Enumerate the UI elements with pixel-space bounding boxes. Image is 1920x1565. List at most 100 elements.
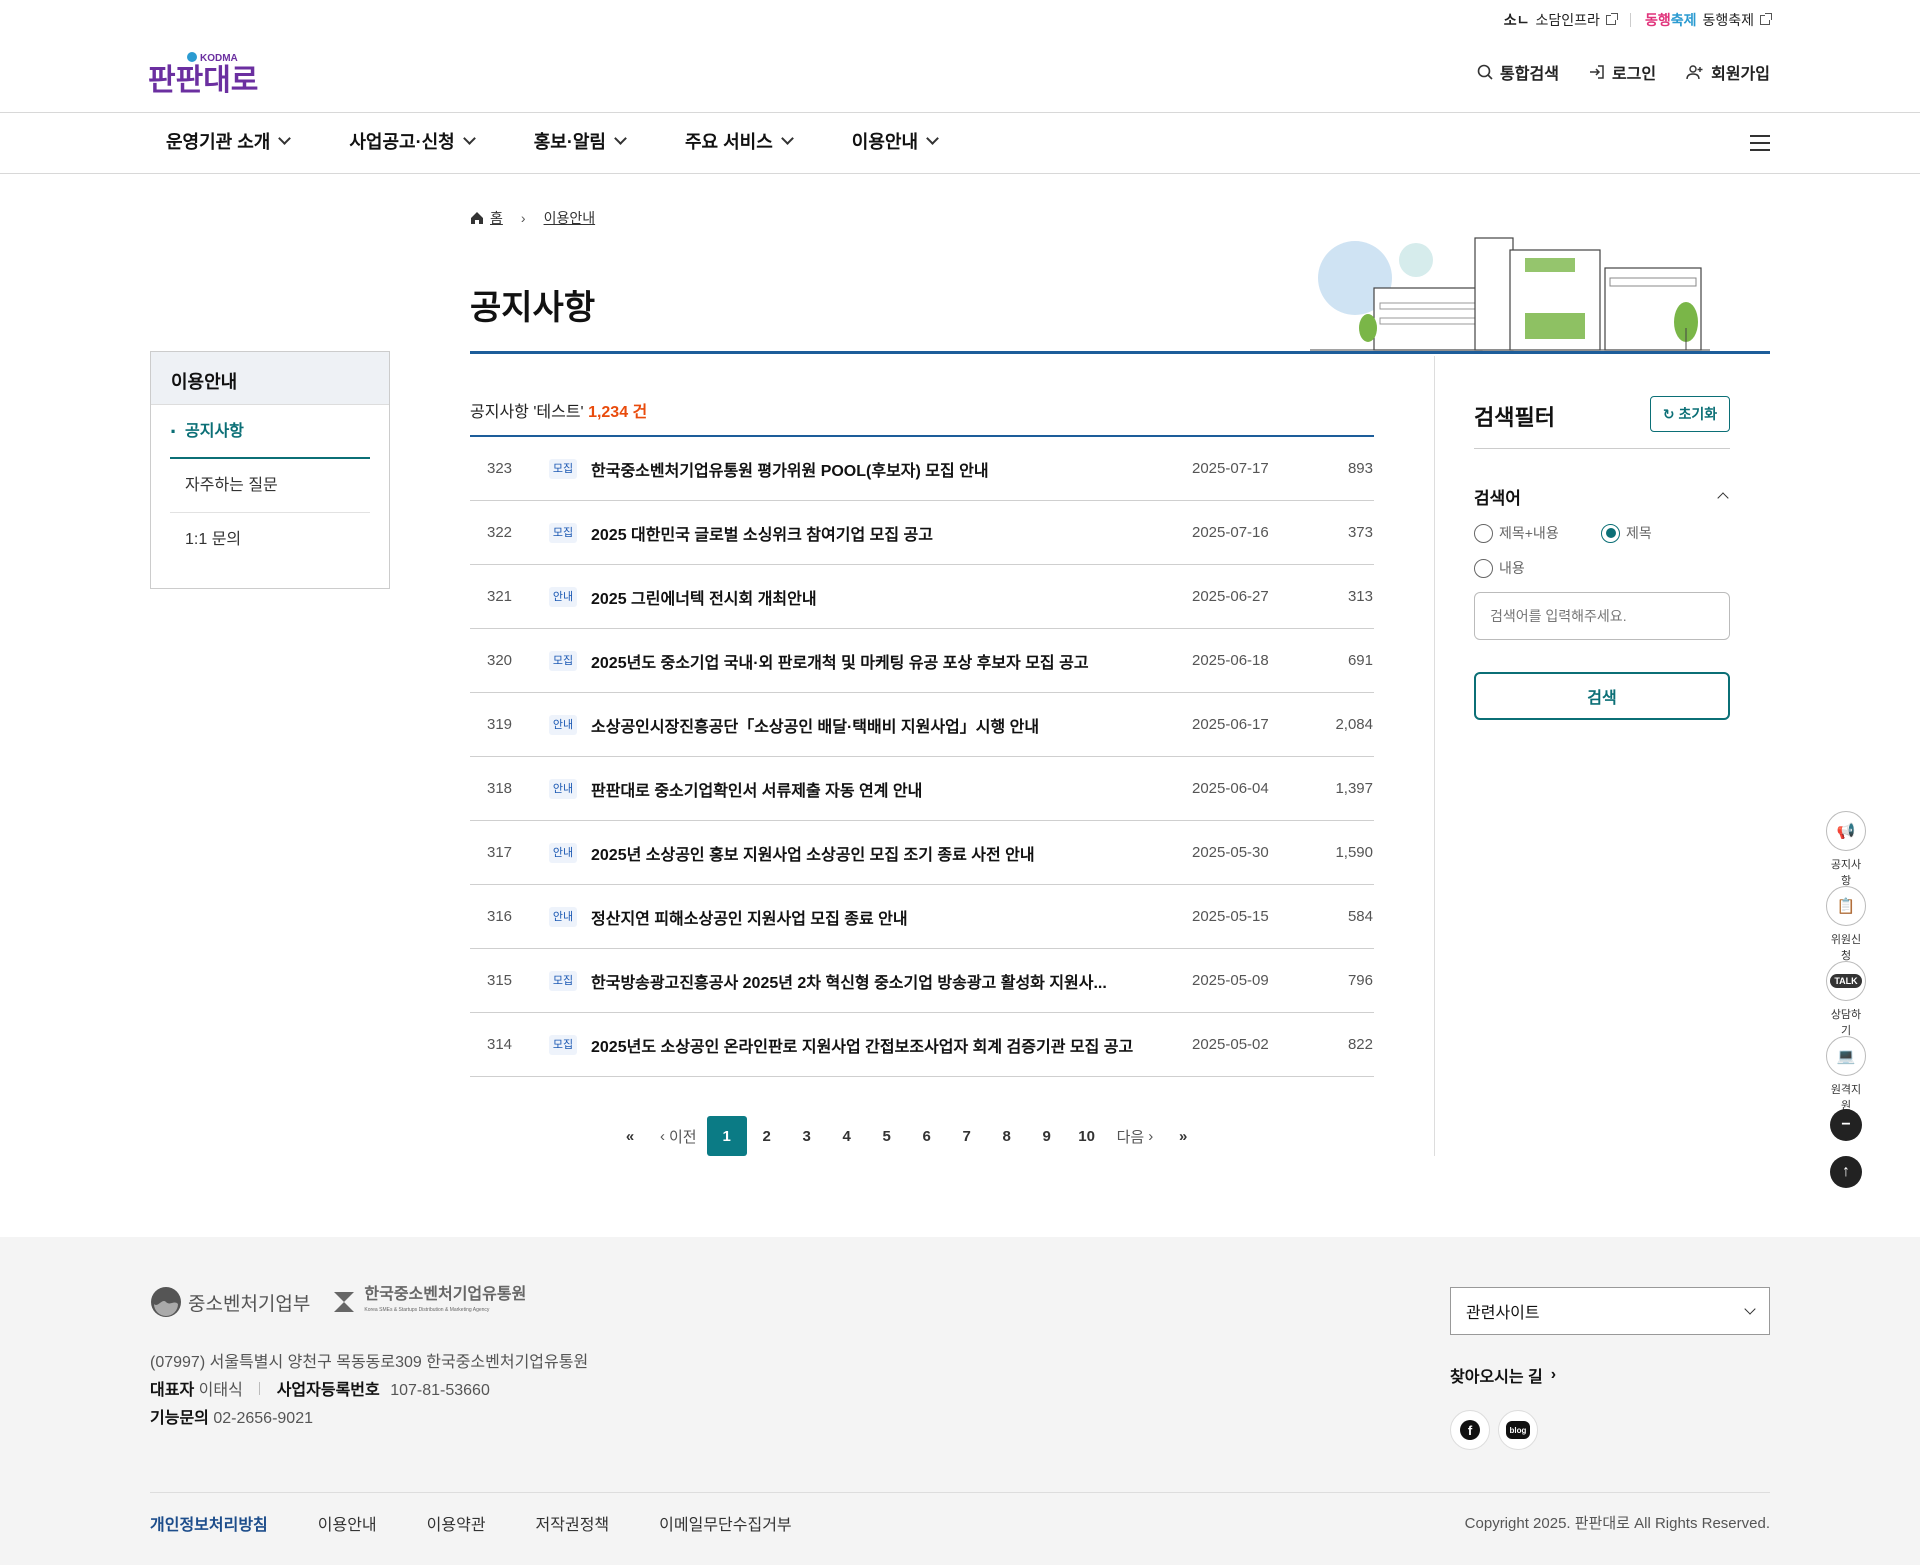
copyright: Copyright 2025. 판판대로 All Rights Reserved… xyxy=(1464,1515,1770,1532)
table-row[interactable]: 322 모집 2025 대한민국 글로벌 소싱위크 참여기업 모집 공고 2025-0… xyxy=(470,501,1374,565)
nav-item-services[interactable]: 주요 서비스 xyxy=(684,128,794,154)
scroll-top-icon[interactable]: ↑ xyxy=(1830,1156,1862,1188)
nav-item-guide[interactable]: 이용안내 xyxy=(852,128,939,154)
nav-label: 주요 서비스 xyxy=(684,132,773,152)
dongheng-label: 동행축제 xyxy=(1702,12,1754,28)
row-title[interactable]: 2025 대한민국 글로벌 소싱위크 참여기업 모집 공고 xyxy=(591,521,1161,545)
row-title[interactable]: 판판대로 중소기업확인서 서류제출 자동 연계 안내 xyxy=(591,777,1161,801)
row-title[interactable]: 2025 그린에너텍 전시회 개최안내 xyxy=(591,585,1161,609)
next-page-button[interactable]: 다음 › xyxy=(1107,1116,1164,1156)
footer-link-privacy[interactable]: 개인정보처리방침 xyxy=(150,1511,268,1535)
page-number[interactable]: 6 xyxy=(907,1116,947,1156)
breadcrumb-home[interactable]: 홈 xyxy=(490,208,503,228)
sodam-logo: 소ㄴ xyxy=(1503,12,1530,28)
quick-apply[interactable]: 📋 위원신청 xyxy=(1826,886,1866,963)
nav-label: 운영기관 소개 xyxy=(166,132,271,152)
footer-link-copyright[interactable]: 저작권정책 xyxy=(536,1511,610,1535)
megaphone-icon: 📢 xyxy=(1826,811,1866,851)
table-row[interactable]: 314 모집 2025년도 소상공인 온라인판로 지원사업 간접보조사업자 회계 검… xyxy=(470,1013,1374,1077)
table-row[interactable]: 317 안내 2025년 소상공인 홍보 지원사업 소상공인 모집 조기 종료 사전… xyxy=(470,821,1374,885)
page-number[interactable]: 1 xyxy=(706,1116,747,1156)
quick-consult[interactable]: TALK 상담하기 xyxy=(1826,961,1866,1038)
side-item-notice[interactable]: 공지사항 xyxy=(170,405,370,459)
footer-link-terms[interactable]: 이용약관 xyxy=(427,1511,486,1535)
search-input[interactable] xyxy=(1474,592,1730,640)
table-row[interactable]: 316 안내 정산지연 피해소상공인 지원사업 모집 종료 안내 2025-05-15… xyxy=(470,885,1374,949)
table-row[interactable]: 320 모집 2025년도 중소기업 국내·외 판로개척 및 마케팅 유공 포상 후… xyxy=(470,629,1374,693)
page-number[interactable]: 3 xyxy=(787,1116,827,1156)
minimize-icon[interactable]: − xyxy=(1830,1109,1862,1141)
next-label: 다음 xyxy=(1116,1128,1145,1146)
kodma-icon xyxy=(334,1292,355,1312)
login-link[interactable]: 로그인 xyxy=(1589,60,1656,84)
radio-content[interactable]: 내용 xyxy=(1474,558,1525,578)
quick-remote[interactable]: 💻 원격지원 xyxy=(1826,1036,1866,1113)
page-number[interactable]: 7 xyxy=(947,1116,987,1156)
nav-item-about[interactable]: 운영기관 소개 xyxy=(166,128,292,154)
first-page-icon[interactable]: « xyxy=(610,1116,650,1156)
chevron-up-icon[interactable] xyxy=(1717,492,1729,504)
row-title[interactable]: 한국중소벤처기업유통원 평가위원 POOL(후보자) 모집 안내 xyxy=(591,457,1161,481)
row-views: 1,590 xyxy=(1335,844,1373,861)
divider xyxy=(1629,13,1631,27)
table-row[interactable]: 321 안내 2025 그린에너텍 전시회 개최안내 2025-06-27 313 xyxy=(470,565,1374,629)
facebook-icon[interactable]: f xyxy=(1450,1410,1490,1450)
row-date: 2025-07-16 xyxy=(1192,524,1269,541)
chevron-right-icon: › xyxy=(520,210,526,226)
search-button-label: 검색 xyxy=(1587,690,1617,707)
page-number[interactable]: 10 xyxy=(1067,1116,1107,1156)
nav-item-business[interactable]: 사업공고·신청 xyxy=(349,128,476,154)
last-page-icon[interactable]: » xyxy=(1163,1116,1203,1156)
search-button[interactable]: 검색 xyxy=(1474,672,1730,720)
menu-icon[interactable] xyxy=(1750,135,1770,151)
prev-page-button[interactable]: ‹ 이전 xyxy=(650,1116,707,1156)
search-link[interactable]: 통합검색 xyxy=(1477,60,1559,84)
page-number[interactable]: 9 xyxy=(1027,1116,1067,1156)
radio-label: 제목 xyxy=(1626,525,1652,541)
table-row[interactable]: 323 모집 한국중소벤처기업유통원 평가위원 POOL(후보자) 모집 안내 202… xyxy=(470,437,1374,501)
sodam-link[interactable]: 소ㄴ 소담인프라 xyxy=(1503,10,1618,30)
site-logo[interactable]: KODMA 판판대로 xyxy=(148,48,268,98)
nav-item-pr[interactable]: 홍보·알림 xyxy=(534,128,627,154)
row-title[interactable]: 한국방송광고진흥공사 2025년 2차 혁신형 중소기업 방송광고 활성화 지원… xyxy=(591,969,1161,993)
footer-link-guide[interactable]: 이용안내 xyxy=(318,1511,377,1535)
buildings-illustration xyxy=(1310,237,1710,351)
blog-label: blog xyxy=(1506,1421,1530,1439)
related-sites-select[interactable]: 관련사이트 xyxy=(1450,1287,1770,1335)
gnb-divider xyxy=(0,173,1920,174)
quick-notice[interactable]: 📢 공지사항 xyxy=(1826,811,1866,888)
side-item-inquiry[interactable]: 1:1 문의 xyxy=(170,513,370,567)
join-link[interactable]: 회원가입 xyxy=(1686,60,1770,84)
directions-link[interactable]: 찾아오시는 길 › xyxy=(1450,1363,1556,1387)
blog-icon[interactable]: blog xyxy=(1498,1410,1538,1450)
footer-link-email[interactable]: 이메일무단수집거부 xyxy=(659,1511,791,1535)
row-views: 2,084 xyxy=(1335,716,1373,733)
table-row[interactable]: 318 안내 판판대로 중소기업확인서 서류제출 자동 연계 안내 2025-06-0… xyxy=(470,757,1374,821)
row-title[interactable]: 2025년도 중소기업 국내·외 판로개척 및 마케팅 유공 포상 후보자 모집… xyxy=(591,649,1161,673)
row-title[interactable]: 2025년 소상공인 홍보 지원사업 소상공인 모집 조기 종료 사전 안내 xyxy=(591,841,1161,865)
row-number: 322 xyxy=(486,524,513,541)
login-label: 로그인 xyxy=(1611,66,1657,83)
page-number[interactable]: 2 xyxy=(747,1116,787,1156)
side-item-faq[interactable]: 자주하는 질문 xyxy=(170,459,370,513)
reset-button[interactable]: ↻ 초기화 xyxy=(1650,396,1730,432)
row-date: 2025-06-27 xyxy=(1192,588,1269,605)
page-number[interactable]: 4 xyxy=(827,1116,867,1156)
page-number[interactable]: 5 xyxy=(867,1116,907,1156)
sodam-label: 소담인프라 xyxy=(1535,12,1600,28)
radio-label: 내용 xyxy=(1499,560,1525,576)
breadcrumb-current[interactable]: 이용안내 xyxy=(544,208,596,228)
row-title[interactable]: 2025년도 소상공인 온라인판로 지원사업 간접보조사업자 회계 검증기관 모… xyxy=(591,1033,1161,1057)
row-date: 2025-06-17 xyxy=(1192,716,1269,733)
footer-divider xyxy=(150,1492,1770,1493)
radio-title-content[interactable]: 제목+내용 xyxy=(1474,523,1559,543)
table-row[interactable]: 319 안내 소상공인시장진흥공단「소상공인 배달·택배비 지원사업」시행 안내 20… xyxy=(470,693,1374,757)
join-label: 회원가입 xyxy=(1711,66,1770,83)
table-row[interactable]: 315 모집 한국방송광고진흥공사 2025년 2차 혁신형 중소기업 방송광고 활… xyxy=(470,949,1374,1013)
row-title[interactable]: 정산지연 피해소상공인 지원사업 모집 종료 안내 xyxy=(591,905,1161,929)
radio-title[interactable]: 제목 xyxy=(1601,523,1652,543)
row-title[interactable]: 소상공인시장진흥공단「소상공인 배달·택배비 지원사업」시행 안내 xyxy=(591,713,1161,737)
page-number[interactable]: 8 xyxy=(987,1116,1027,1156)
dongheng-link[interactable]: 동행축제 동행축제 xyxy=(1645,10,1772,30)
row-number: 314 xyxy=(486,1036,513,1053)
